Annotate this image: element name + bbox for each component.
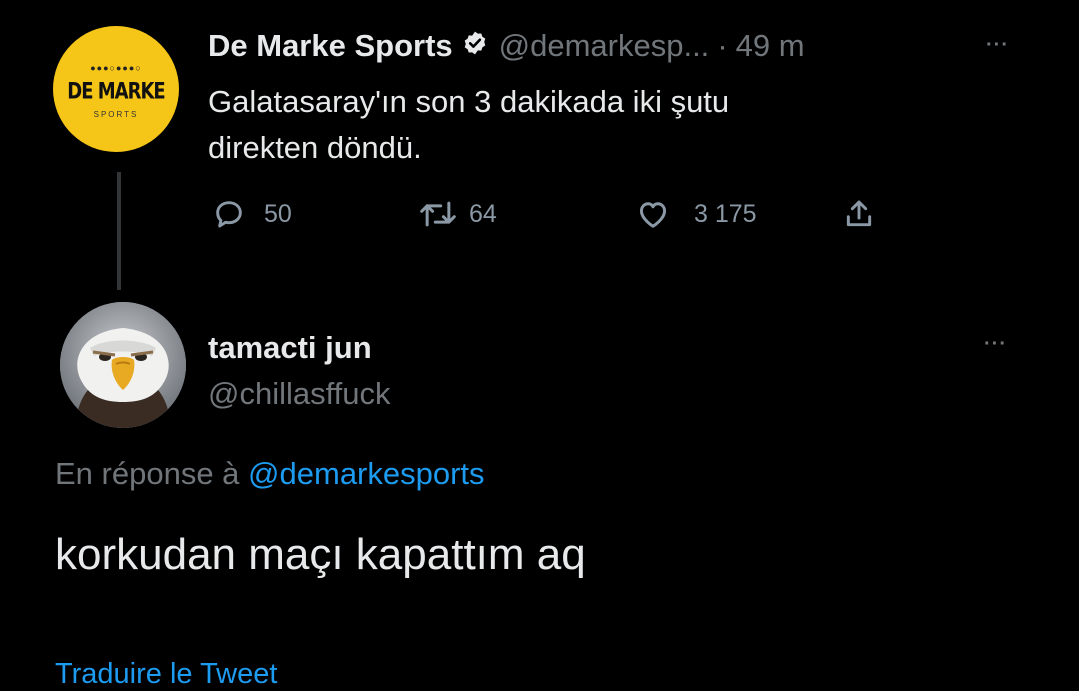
reply-action-button[interactable]: 50 (212, 196, 292, 232)
logo-brand-sub: SPORTS (93, 110, 139, 119)
verified-badge-icon (462, 28, 488, 64)
tweet-timestamp[interactable]: 49 m (736, 28, 805, 64)
reply-tweet-text: korkudan maçı kapattım aq (55, 530, 586, 579)
logo-brand-main: DE MARKE (67, 78, 165, 105)
thread-connector-line (117, 172, 121, 290)
tweet-text-line-1: Galatasaray'ın son 3 dakikada iki şutu (208, 84, 730, 119)
tweet-text-line-2: direkten döndü. (208, 130, 422, 165)
original-tweet-more-icon[interactable]: ··· (986, 34, 1009, 57)
retweet-icon (420, 201, 456, 227)
translate-tweet-link[interactable]: Traduire le Tweet (55, 658, 277, 691)
retweet-count: 64 (469, 199, 497, 228)
author-handle[interactable]: @demarkesp... (499, 28, 710, 64)
original-tweet-header: De Marke Sports @demarkesp... · 49 m (208, 26, 805, 66)
share-icon (846, 200, 872, 227)
replying-to-prefix: En réponse à (55, 456, 240, 491)
header-separator: · (717, 28, 728, 63)
like-action-button[interactable]: 3 175 (636, 196, 757, 232)
heart-icon (639, 202, 667, 228)
retweet-action-button[interactable]: 64 (419, 196, 497, 232)
reply-author-handle[interactable]: @chillasffuck (208, 376, 391, 412)
reply-icon (216, 201, 242, 228)
like-count: 3 175 (694, 199, 757, 228)
eagle-avatar-icon[interactable] (60, 302, 186, 428)
logo-decoration: ●●●○●●●○ (90, 63, 142, 73)
replying-to: En réponse à @demarkesports (55, 456, 485, 492)
original-tweet-text: Galatasaray'ın son 3 dakikada iki şutu d… (208, 79, 908, 171)
share-action-button[interactable] (843, 196, 875, 232)
demarke-avatar[interactable]: ●●●○●●●○ DE MARKE SPORTS (53, 26, 179, 152)
replying-to-link[interactable]: @demarkesports (248, 456, 485, 491)
eagle-avatar-image (60, 302, 186, 428)
reply-more-icon[interactable]: ··· (984, 333, 1007, 356)
reply-count: 50 (264, 199, 292, 228)
author-display-name[interactable]: De Marke Sports (208, 28, 453, 64)
reply-author-display-name[interactable]: tamacti jun (208, 330, 372, 366)
